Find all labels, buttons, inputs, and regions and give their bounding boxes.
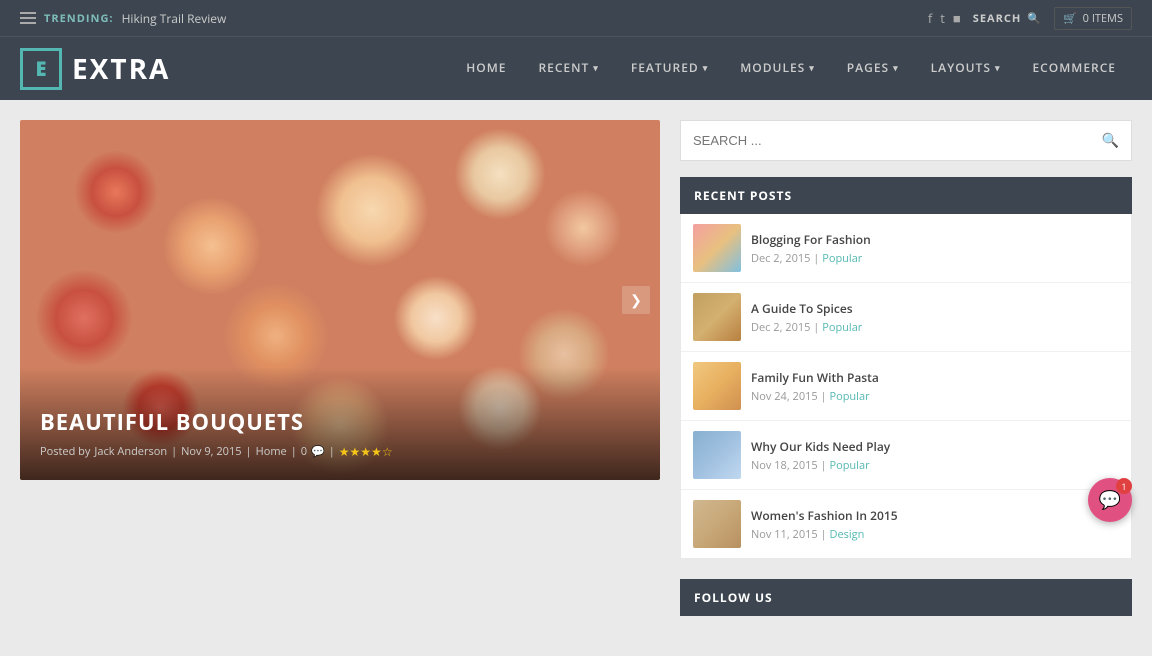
post-thumbnail	[693, 362, 741, 410]
nav-item-modules[interactable]: MODULES ▾	[724, 37, 831, 101]
post-title[interactable]: Why Our Kids Need Play	[751, 438, 890, 455]
search-label: SEARCH	[973, 11, 1022, 26]
post-date: Dec 2, 2015 | Popular	[751, 251, 871, 266]
cart-icon: 🛒	[1063, 11, 1077, 26]
nav-item-featured[interactable]: FEATURED ▾	[615, 37, 724, 101]
recent-post-item: Family Fun With Pasta Nov 24, 2015 | Pop…	[681, 352, 1131, 421]
recent-posts-body: Blogging For Fashion Dec 2, 2015 | Popul…	[680, 214, 1132, 559]
sidebar: 🔍 RECENT POSTS Blogging For Fashion Dec …	[680, 120, 1132, 636]
chat-badge: 1	[1116, 478, 1132, 494]
post-title[interactable]: Blogging For Fashion	[751, 231, 871, 248]
recent-post-item: Why Our Kids Need Play Nov 18, 2015 | Po…	[681, 421, 1131, 490]
post-date: Nov 24, 2015 | Popular	[751, 389, 879, 404]
chevron-down-icon: ▾	[809, 61, 815, 74]
comment-icon: 💬	[311, 444, 325, 459]
navbar: E EXTRA HOME RECENT ▾ FEATURED ▾ MODULES…	[0, 36, 1152, 100]
post-thumbnail	[693, 224, 741, 272]
recent-post-item: Blogging For Fashion Dec 2, 2015 | Popul…	[681, 214, 1131, 283]
logo[interactable]: E EXTRA	[20, 48, 170, 90]
post-title[interactable]: A Guide To Spices	[751, 300, 862, 317]
meta-separator4: |	[329, 444, 335, 459]
post-info: Family Fun With Pasta Nov 24, 2015 | Pop…	[751, 369, 879, 404]
social-icons: f t ■	[928, 9, 961, 27]
logo-icon: E	[20, 48, 62, 90]
meta-comments: 0	[301, 444, 307, 459]
trending-link[interactable]: Hiking Trail Review	[122, 10, 227, 27]
cart-area[interactable]: 🛒 0 ITEMS	[1054, 7, 1132, 30]
next-slide-button[interactable]: ❯	[622, 286, 650, 314]
post-tag[interactable]: Popular	[829, 389, 869, 404]
star-rating: ★★★★☆	[339, 443, 393, 460]
topbar-right: f t ■ SEARCH 🔍 🛒 0 ITEMS	[928, 7, 1132, 30]
nav-item-layouts[interactable]: LAYOUTS ▾	[915, 37, 1017, 101]
meta-date: Nov 9, 2015	[181, 444, 241, 459]
meta-separator2: |	[246, 444, 252, 459]
follow-widget: FOLLOW US	[680, 579, 1132, 616]
nav-item-home[interactable]: HOME	[450, 37, 522, 101]
hero-image: ❯ BEAUTIFUL BOUQUETS Posted by Jack Ande…	[20, 120, 660, 480]
meta-prefix: Posted by	[40, 444, 90, 459]
recent-posts-widget: RECENT POSTS Blogging For Fashion Dec 2,…	[680, 177, 1132, 559]
meta-separator: |	[171, 444, 177, 459]
post-thumbnail	[693, 431, 741, 479]
post-date: Nov 11, 2015 | Design	[751, 527, 898, 542]
topbar-left: TRENDING: Hiking Trail Review	[20, 10, 226, 27]
search-input[interactable]	[693, 133, 1102, 148]
logo-text: EXTRA	[72, 50, 170, 88]
main-content: ❯ BEAUTIFUL BOUQUETS Posted by Jack Ande…	[0, 100, 1152, 656]
post-thumbnail	[693, 500, 741, 548]
chevron-down-icon: ▾	[593, 61, 599, 74]
search-box: 🔍	[680, 120, 1132, 161]
nav-item-pages[interactable]: PAGES ▾	[831, 37, 915, 101]
post-date: Dec 2, 2015 | Popular	[751, 320, 862, 335]
trending-label: TRENDING:	[44, 11, 114, 26]
hero-overlay: BEAUTIFUL BOUQUETS Posted by Jack Anders…	[20, 367, 660, 480]
search-icon: 🔍	[1027, 11, 1042, 26]
meta-category[interactable]: Home	[256, 444, 287, 459]
topbar-search[interactable]: SEARCH 🔍	[973, 11, 1042, 26]
nav-item-ecommerce[interactable]: ECOMMERCE	[1016, 37, 1132, 101]
recent-post-item: A Guide To Spices Dec 2, 2015 | Popular	[681, 283, 1131, 352]
post-title[interactable]: Women's Fashion In 2015	[751, 507, 898, 524]
meta-separator3: |	[291, 444, 297, 459]
cart-label: 0 ITEMS	[1083, 11, 1123, 26]
instagram-icon[interactable]: ■	[953, 9, 961, 27]
post-tag[interactable]: Design	[829, 527, 864, 542]
twitter-icon[interactable]: t	[940, 9, 945, 27]
meta-author[interactable]: Jack Anderson	[94, 444, 167, 459]
post-thumbnail	[693, 293, 741, 341]
post-tag[interactable]: Popular	[822, 320, 862, 335]
chevron-down-icon: ▾	[893, 61, 899, 74]
chevron-down-icon: ▾	[995, 61, 1001, 74]
featured-section: ❯ BEAUTIFUL BOUQUETS Posted by Jack Ande…	[20, 120, 660, 636]
nav-item-recent[interactable]: RECENT ▾	[522, 37, 614, 101]
featured-post-title: BEAUTIFUL BOUQUETS	[40, 407, 640, 437]
post-tag[interactable]: Popular	[829, 458, 869, 473]
post-title[interactable]: Family Fun With Pasta	[751, 369, 879, 386]
featured-post-meta: Posted by Jack Anderson | Nov 9, 2015 | …	[40, 443, 640, 460]
chat-bubble[interactable]: 💬 1	[1088, 478, 1132, 522]
recent-posts-title: RECENT POSTS	[680, 177, 1132, 214]
main-nav: HOME RECENT ▾ FEATURED ▾ MODULES ▾ PAGES…	[450, 37, 1132, 101]
post-info: Blogging For Fashion Dec 2, 2015 | Popul…	[751, 231, 871, 266]
facebook-icon[interactable]: f	[928, 9, 932, 27]
hamburger-menu[interactable]	[20, 12, 36, 24]
post-info: Why Our Kids Need Play Nov 18, 2015 | Po…	[751, 438, 890, 473]
search-submit-icon[interactable]: 🔍	[1102, 131, 1119, 150]
topbar: TRENDING: Hiking Trail Review f t ■ SEAR…	[0, 0, 1152, 36]
follow-title: FOLLOW US	[680, 579, 1132, 616]
post-info: A Guide To Spices Dec 2, 2015 | Popular	[751, 300, 862, 335]
post-tag[interactable]: Popular	[822, 251, 862, 266]
recent-post-item: Women's Fashion In 2015 Nov 11, 2015 | D…	[681, 490, 1131, 558]
chevron-down-icon: ▾	[703, 61, 709, 74]
post-date: Nov 18, 2015 | Popular	[751, 458, 890, 473]
post-info: Women's Fashion In 2015 Nov 11, 2015 | D…	[751, 507, 898, 542]
